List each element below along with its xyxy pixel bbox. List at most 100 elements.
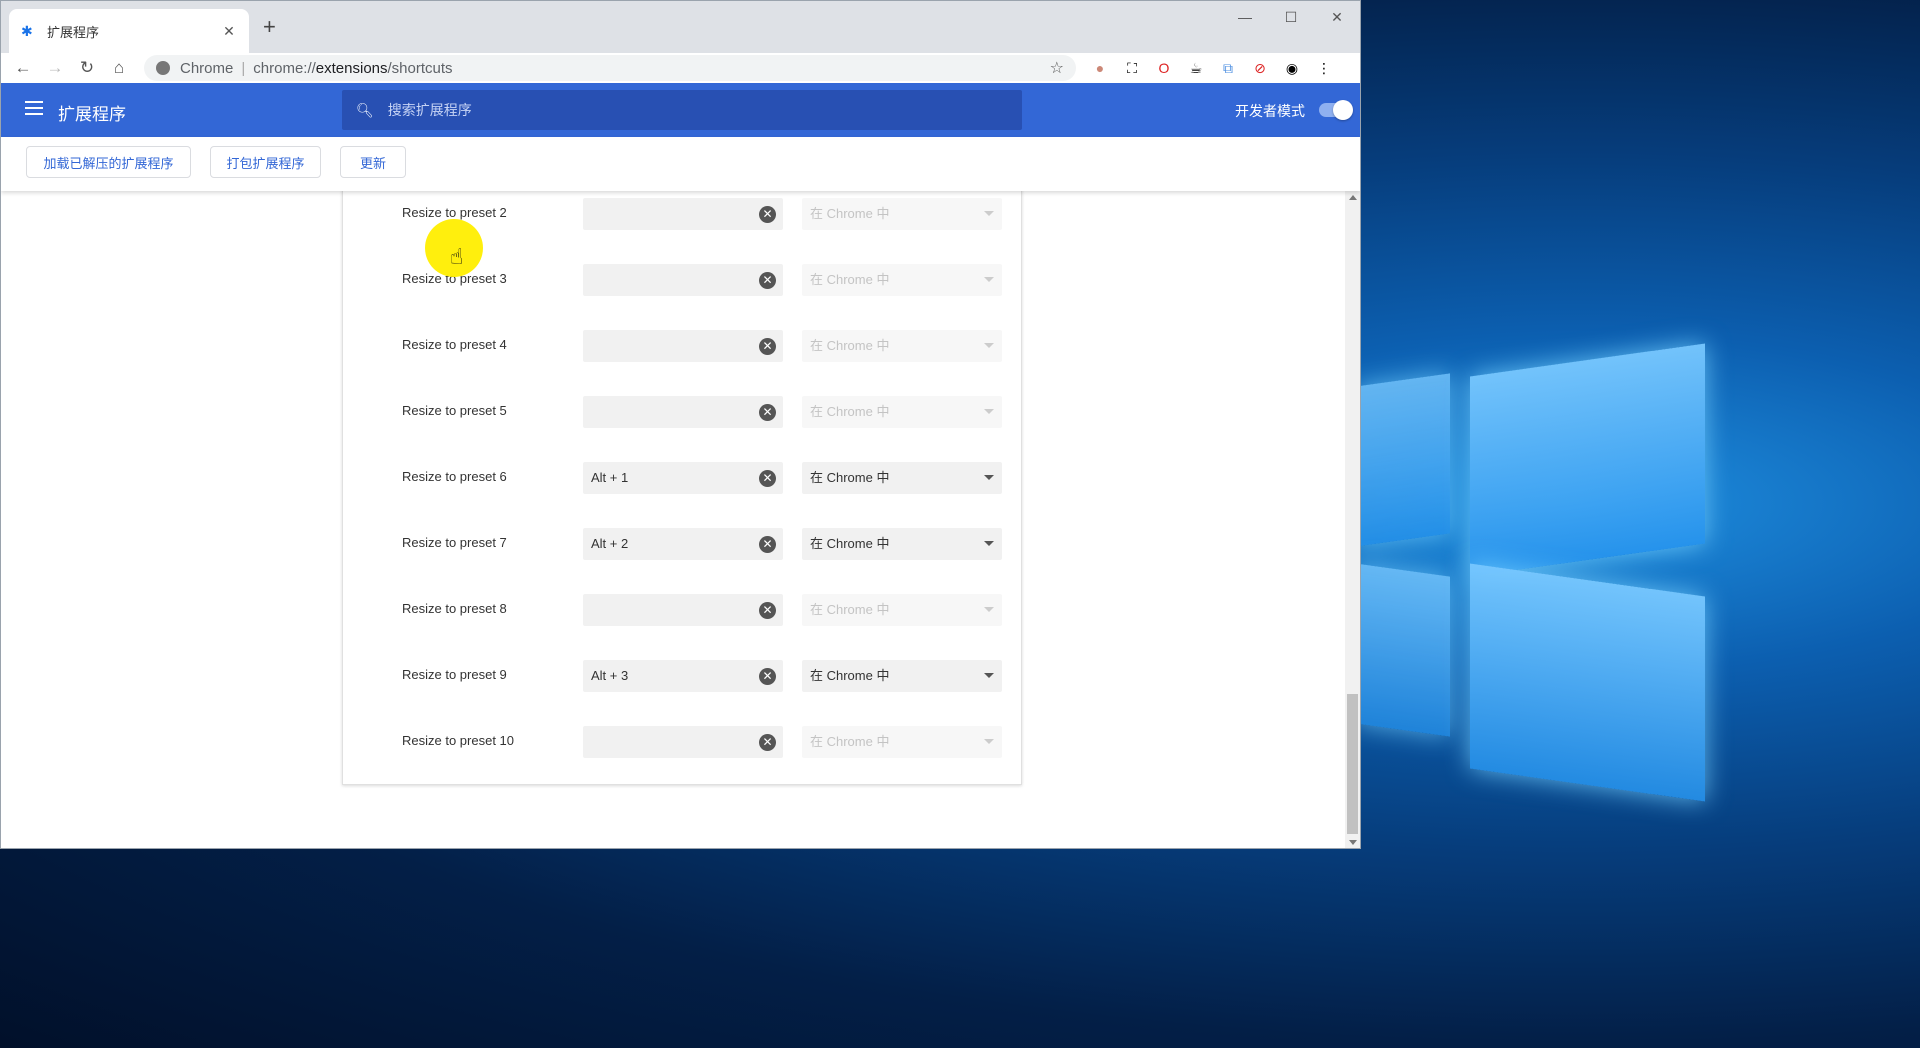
windows-logo	[1355, 340, 1715, 802]
scope-value: 在 Chrome 中	[810, 602, 890, 617]
scope-select[interactable]: 在 Chrome 中	[802, 330, 1002, 362]
minimize-button[interactable]: —	[1222, 1, 1268, 33]
scope-select[interactable]: 在 Chrome 中	[802, 660, 1002, 692]
clear-shortcut-icon[interactable]: ✕	[759, 470, 776, 487]
shortcuts-card: Resize to preset 2 ✕ 在 Chrome 中 Resize to p…	[342, 191, 1022, 785]
shortcut-row: Resize to preset 8 ✕ 在 Chrome 中	[343, 577, 1023, 643]
new-tab-button[interactable]: +	[263, 15, 276, 39]
shortcut-value: Alt + 1	[591, 470, 629, 485]
shortcut-input[interactable]: Alt + 2 ✕	[583, 528, 783, 560]
shortcut-input[interactable]: ✕	[583, 330, 783, 362]
clear-shortcut-icon[interactable]: ✕	[759, 404, 776, 421]
chevron-down-icon	[984, 541, 994, 546]
shortcut-input[interactable]: ✕	[583, 726, 783, 758]
shortcut-input[interactable]: ✕	[583, 396, 783, 428]
dev-mode-toggle[interactable]	[1319, 100, 1353, 120]
command-label: Resize to preset 8	[402, 601, 507, 616]
shortcut-value: Alt + 3	[591, 668, 629, 683]
opera-icon[interactable]: O	[1153, 57, 1175, 79]
clear-shortcut-icon[interactable]: ✕	[759, 338, 776, 355]
logo-pane	[1470, 343, 1705, 577]
clear-shortcut-icon[interactable]: ✕	[759, 272, 776, 289]
page-title: 扩展程序	[58, 105, 126, 124]
scrollbar[interactable]	[1345, 191, 1360, 848]
tab-strip: ✱ 扩展程序 ✕ + — ☐ ✕	[1, 1, 1360, 53]
shortcut-input[interactable]: Alt + 3 ✕	[583, 660, 783, 692]
browser-toolbar: ← → ↻ ⌂ Chrome | chrome://extensions/sho…	[1, 53, 1360, 83]
shortcut-value: Alt + 2	[591, 536, 629, 551]
back-icon[interactable]: ←	[7, 58, 39, 78]
hand-cursor-icon: ☝	[450, 244, 464, 269]
logo-pane	[1355, 373, 1450, 547]
tab-extensions[interactable]: ✱ 扩展程序 ✕	[9, 9, 249, 53]
update-button[interactable]: 更新	[340, 146, 406, 178]
hamburger-menu-icon[interactable]	[25, 101, 43, 115]
scope-select[interactable]: 在 Chrome 中	[802, 726, 1002, 758]
window-controls: — ☐ ✕	[1222, 1, 1360, 33]
command-label: Resize to preset 4	[402, 337, 507, 352]
forward-icon[interactable]: →	[39, 58, 71, 78]
command-label: Resize to preset 2	[402, 205, 507, 220]
shortcut-input[interactable]: ✕	[583, 594, 783, 626]
scroll-thumb[interactable]	[1347, 694, 1358, 834]
site-info-icon[interactable]	[156, 61, 170, 75]
logo-pane	[1470, 563, 1705, 802]
shortcut-row: Resize to preset 7 Alt + 2 ✕ 在 Chrome 中	[343, 511, 1023, 577]
chevron-down-icon	[984, 343, 994, 348]
chevron-down-icon	[984, 475, 994, 480]
clear-shortcut-icon[interactable]: ✕	[759, 734, 776, 751]
clear-shortcut-icon[interactable]: ✕	[759, 602, 776, 619]
scope-value: 在 Chrome 中	[810, 470, 890, 485]
shortcut-input[interactable]: Alt + 1 ✕	[583, 462, 783, 494]
scope-value: 在 Chrome 中	[810, 404, 890, 419]
shortcut-row: Resize to preset 10 ✕ 在 Chrome 中	[343, 709, 1023, 775]
scope-select[interactable]: 在 Chrome 中	[802, 264, 1002, 296]
search-input[interactable]: 🔍︎ 搜索扩展程序	[342, 90, 1022, 130]
block-icon[interactable]: ⊘	[1249, 57, 1271, 79]
scope-select[interactable]: 在 Chrome 中	[802, 594, 1002, 626]
translate-icon[interactable]: ⧉	[1217, 57, 1239, 79]
home-icon[interactable]: ⌂	[103, 58, 135, 78]
reload-icon[interactable]: ↻	[71, 58, 103, 78]
menu-dots-icon[interactable]: ⋮	[1313, 57, 1335, 79]
scope-select[interactable]: 在 Chrome 中	[802, 462, 1002, 494]
scope-select[interactable]: 在 Chrome 中	[802, 198, 1002, 230]
clear-shortcut-icon[interactable]: ✕	[759, 206, 776, 223]
load-unpacked-button[interactable]: 加载已解压的扩展程序	[26, 146, 191, 178]
shortcuts-content: Resize to preset 2 ✕ 在 Chrome 中 Resize to p…	[1, 191, 1345, 848]
shortcut-input[interactable]: ✕	[583, 198, 783, 230]
shortcut-input[interactable]: ✕	[583, 264, 783, 296]
cup-icon[interactable]: ☕	[1185, 57, 1207, 79]
clear-shortcut-icon[interactable]: ✕	[759, 536, 776, 553]
close-window-button[interactable]: ✕	[1314, 1, 1360, 33]
scope-select[interactable]: 在 Chrome 中	[802, 396, 1002, 428]
pack-extension-button[interactable]: 打包扩展程序	[210, 146, 321, 178]
scope-value: 在 Chrome 中	[810, 206, 890, 221]
chevron-down-icon	[984, 607, 994, 612]
search-icon: 🔍︎	[356, 101, 374, 118]
tab-title: 扩展程序	[47, 24, 100, 40]
bookmark-star-icon[interactable]: ☆	[1050, 58, 1064, 78]
close-tab-icon[interactable]: ✕	[221, 23, 237, 40]
shortcut-row: Resize to preset 6 Alt + 1 ✕ 在 Chrome 中	[343, 445, 1023, 511]
command-label: Resize to preset 10	[402, 733, 515, 748]
address-bar[interactable]: Chrome | chrome://extensions/shortcuts ☆	[144, 55, 1076, 81]
scroll-down-icon[interactable]	[1349, 840, 1357, 845]
maximize-button[interactable]: ☐	[1268, 1, 1314, 33]
scope-select[interactable]: 在 Chrome 中	[802, 528, 1002, 560]
shortcut-row: Resize to preset 5 ✕ 在 Chrome 中	[343, 379, 1023, 445]
puzzle-icon: ✱	[21, 23, 33, 39]
scope-value: 在 Chrome 中	[810, 734, 890, 749]
screen-capture-icon[interactable]: ⛶	[1121, 57, 1143, 79]
command-label: Resize to preset 7	[402, 535, 507, 550]
shortcut-row: Resize to preset 4 ✕ 在 Chrome 中	[343, 313, 1023, 379]
chevron-down-icon	[984, 409, 994, 414]
omnibox-separator: |	[241, 59, 246, 77]
chevron-down-icon	[984, 673, 994, 678]
scroll-up-icon[interactable]	[1349, 195, 1357, 200]
extension-badge-icon[interactable]: ●	[1089, 57, 1111, 79]
avatar[interactable]: ◉	[1281, 57, 1303, 79]
clear-shortcut-icon[interactable]: ✕	[759, 668, 776, 685]
omnibox-scheme: Chrome	[180, 59, 234, 77]
shortcut-row: Resize to preset 9 Alt + 3 ✕ 在 Chrome 中	[343, 643, 1023, 709]
